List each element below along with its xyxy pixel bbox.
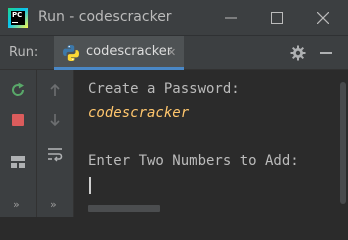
hide-panel-icon[interactable]: [320, 52, 332, 54]
layout-icon: [11, 156, 25, 168]
console-line-user-input: codescracker: [88, 105, 190, 121]
stop-icon: [12, 114, 24, 126]
title-bar: PC Run - codescracker: [0, 0, 348, 36]
run-actions-toolbar: »: [0, 70, 37, 217]
console-line-prompt-numbers: Enter Two Numbers to Add:: [88, 153, 299, 169]
text-cursor: [89, 177, 91, 194]
pycharm-logo-icon: PC: [8, 8, 28, 28]
window-title: Run - codescracker: [38, 9, 172, 25]
soft-wrap-button[interactable]: [43, 142, 67, 166]
tab-codescracker[interactable]: codescracker ✕: [54, 36, 184, 70]
minimize-icon: [225, 17, 237, 19]
close-tab-icon[interactable]: ✕: [167, 46, 176, 59]
run-label: Run:: [9, 45, 39, 60]
run-toolbar: Run: codescracker ✕: [0, 36, 348, 70]
more-chevron-icon[interactable]: »: [50, 198, 57, 211]
minimize-button[interactable]: [208, 0, 254, 36]
maximize-icon: [271, 12, 283, 24]
vertical-scrollbar[interactable]: [340, 82, 346, 204]
console-line-prompt-password: Create a Password:: [88, 81, 240, 97]
scroll-down-button[interactable]: [43, 108, 67, 132]
gear-icon[interactable]: [290, 45, 306, 61]
stop-button[interactable]: [6, 108, 30, 132]
console-actions-toolbar: »: [37, 70, 74, 217]
more-chevron-icon[interactable]: »: [13, 198, 20, 211]
arrow-down-icon: [50, 114, 60, 127]
horizontal-scrollbar[interactable]: [88, 205, 160, 212]
python-icon: [63, 45, 79, 61]
tab-label: codescracker: [86, 44, 173, 59]
close-window-button[interactable]: [300, 0, 346, 36]
rerun-icon: [12, 82, 25, 96]
maximize-button[interactable]: [254, 0, 300, 36]
arrow-up-icon: [50, 83, 60, 96]
close-icon: [317, 12, 329, 24]
layout-button[interactable]: [6, 150, 30, 174]
scroll-up-button[interactable]: [43, 78, 67, 102]
soft-wrap-icon: [48, 148, 63, 162]
console-output[interactable]: Create a Password: codescracker Enter Tw…: [74, 70, 348, 217]
rerun-button[interactable]: [6, 78, 30, 102]
